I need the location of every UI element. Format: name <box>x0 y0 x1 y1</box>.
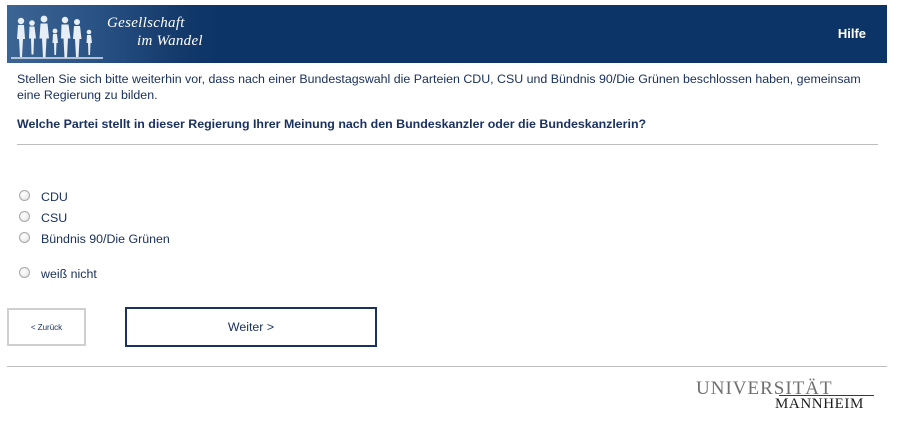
help-link[interactable]: Hilfe <box>838 26 866 41</box>
radio-button[interactable] <box>19 211 30 222</box>
people-silhouette-icon <box>11 15 103 59</box>
brand-logo[interactable]: Gesellschaft im Wandel <box>7 5 222 63</box>
radio-button[interactable] <box>19 267 30 278</box>
option-label: CDU <box>41 190 68 204</box>
radio-button[interactable] <box>19 190 30 201</box>
option-gruene[interactable]: Bündnis 90/Die Grünen <box>19 231 170 247</box>
radio-button[interactable] <box>19 232 30 243</box>
university-logo-line-2: MANNHEIM <box>775 396 864 412</box>
option-csu[interactable]: CSU <box>19 210 67 226</box>
divider <box>17 144 878 145</box>
question-text: Welche Partei stellt in dieser Regierung… <box>17 117 647 131</box>
option-label: weiß nicht <box>41 267 97 281</box>
option-label: CSU <box>41 211 68 225</box>
divider <box>7 366 887 367</box>
option-cdu[interactable]: CDU <box>19 189 68 205</box>
next-button[interactable]: Weiter > <box>125 307 377 347</box>
option-label: Bündnis 90/Die Grünen <box>41 232 170 246</box>
brand-line-2: im Wandel <box>137 33 203 49</box>
option-weiss-nicht[interactable]: weiß nicht <box>19 266 97 282</box>
intro-text: Stellen Sie sich bitte weiterhin vor, da… <box>17 72 861 102</box>
brand-line-1: Gesellschaft <box>107 15 185 31</box>
back-button[interactable]: < Zurück <box>7 308 86 346</box>
header-bar: Gesellschaft im Wandel Hilfe <box>7 5 887 63</box>
